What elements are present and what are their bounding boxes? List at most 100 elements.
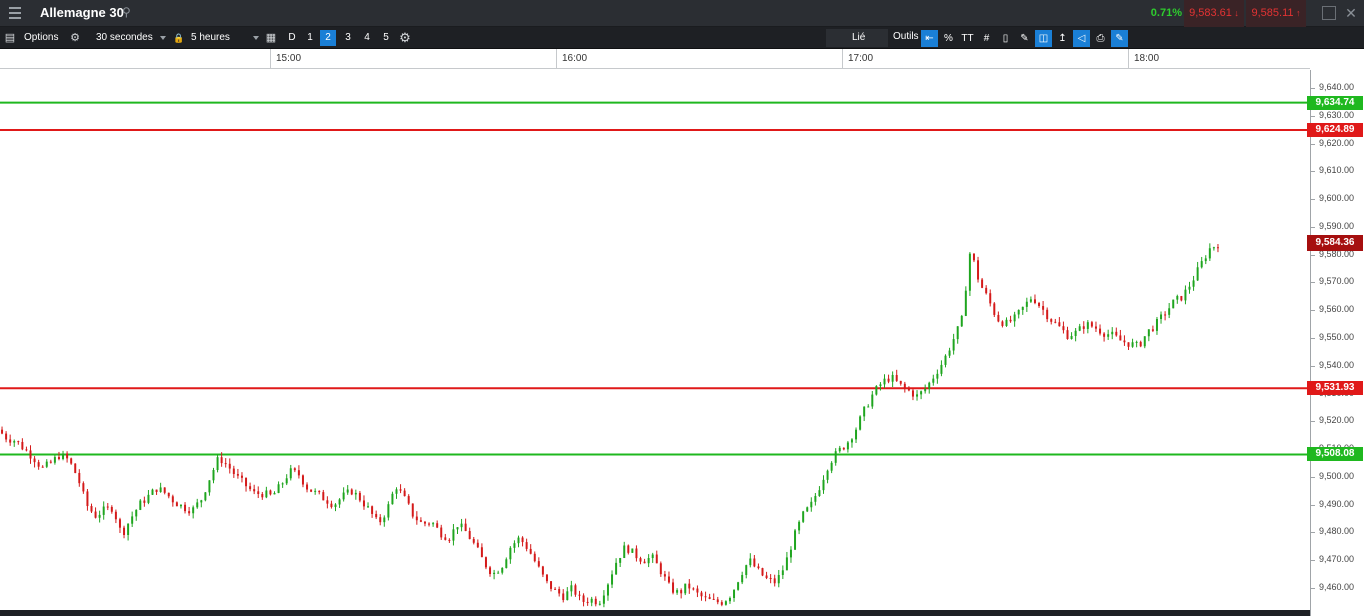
layout-button-2[interactable]: 2 <box>320 30 336 46</box>
candle-body <box>533 553 536 562</box>
range-select[interactable]: 5 heures <box>191 30 259 46</box>
layout-button-5[interactable]: 5 <box>378 30 394 46</box>
candle-body <box>765 575 768 579</box>
interval-select[interactable]: 30 secondes <box>96 30 166 46</box>
candle-body <box>635 548 638 559</box>
candle-body <box>733 589 736 598</box>
candle-body <box>110 506 113 512</box>
compare-icon[interactable]: ◫ <box>1035 30 1052 47</box>
candle-body <box>1200 261 1203 268</box>
time-label: 15:00 <box>276 53 302 64</box>
options-button[interactable]: Options <box>24 30 58 46</box>
candle-body <box>1160 314 1163 320</box>
candle-body <box>346 489 349 493</box>
candle-body <box>45 461 48 467</box>
percent-tool-button[interactable]: % <box>940 30 957 47</box>
price-tick <box>1311 226 1315 228</box>
candle-body <box>590 598 593 603</box>
price-chart[interactable] <box>0 70 1310 616</box>
candle-body <box>354 492 357 495</box>
lock-icon[interactable]: 🔒 <box>171 30 187 46</box>
candle-body <box>21 441 24 450</box>
level-label[interactable]: 9,624.89 <box>1307 122 1363 137</box>
sell-price-button[interactable]: 9,583.61 ↓ <box>1184 0 1244 27</box>
layout-button-4[interactable]: 4 <box>359 30 375 46</box>
candle-body <box>1151 329 1154 331</box>
candle-body <box>163 487 166 493</box>
candle-body <box>830 462 833 471</box>
candle-body <box>86 491 89 507</box>
daily-button[interactable]: D <box>284 30 300 46</box>
candle-body <box>1001 321 1004 326</box>
candle-body <box>928 382 931 389</box>
gear-icon[interactable]: ⚙ <box>67 30 83 46</box>
candle-body <box>932 378 935 383</box>
level-label[interactable]: 9,634.74 <box>1307 95 1363 110</box>
pencil-icon[interactable]: ✎ <box>1016 30 1033 47</box>
grid-icon[interactable]: # <box>978 30 995 47</box>
candle-body <box>1074 330 1077 337</box>
candle-body <box>338 499 341 505</box>
price-tick-label: 9,640.00 <box>1319 82 1355 92</box>
candle-body <box>1066 330 1069 339</box>
hamburger-icon[interactable] <box>4 3 26 23</box>
candle-body <box>981 279 984 288</box>
price-tick-label: 9,540.00 <box>1319 359 1355 370</box>
candle-body <box>891 374 894 382</box>
linked-toggle[interactable]: Lié <box>826 29 888 47</box>
candle-body <box>383 517 386 523</box>
candle-body <box>838 447 841 452</box>
candle-body <box>1147 329 1150 337</box>
candle-body <box>598 603 601 605</box>
drawing-settings-icon[interactable]: ✎ <box>1111 30 1128 47</box>
candle-body <box>175 502 178 507</box>
candle-body <box>964 290 967 316</box>
candle-body <box>367 506 370 508</box>
crosshair-tool-icon[interactable]: ⇤ <box>921 30 938 47</box>
level-label[interactable]: 9,531.93 <box>1307 381 1363 396</box>
close-icon[interactable]: ✕ <box>1344 6 1358 20</box>
price-tick <box>1311 199 1315 201</box>
candle-body <box>131 516 134 524</box>
price-tick-label: 9,610.00 <box>1319 165 1355 176</box>
layout-button-1[interactable]: 1 <box>302 30 318 46</box>
candle-body <box>602 595 605 604</box>
layout-button-3[interactable]: 3 <box>340 30 356 46</box>
settings-icon[interactable]: ⚙ <box>397 30 413 46</box>
tag-icon[interactable]: ◁ <box>1073 30 1090 47</box>
candle-body <box>1111 331 1114 335</box>
instrument-title: Allemagne 30 <box>40 5 124 20</box>
candle-body <box>1135 341 1138 343</box>
price-tick <box>1311 143 1315 145</box>
candle-body <box>403 490 406 497</box>
candle-body <box>1204 258 1207 262</box>
candle-body <box>468 531 471 540</box>
indicator-icon[interactable]: ↥ <box>1054 30 1071 47</box>
candle-body <box>749 558 752 566</box>
candlestick-icon[interactable]: ▯ <box>997 30 1014 47</box>
level-label[interactable]: 9,508.08 <box>1307 447 1363 462</box>
candle-body <box>615 562 618 575</box>
candle-body <box>1184 289 1187 301</box>
candle-body <box>1042 306 1045 310</box>
candle-body <box>1029 299 1032 302</box>
bottom-scroll-bar[interactable] <box>0 610 1310 616</box>
price-tick-label: 9,570.00 <box>1319 276 1355 287</box>
candle-body <box>415 516 418 521</box>
candle-body <box>123 527 126 535</box>
candle-body <box>777 575 780 584</box>
restore-window-icon[interactable] <box>1322 6 1336 20</box>
candle-body <box>456 527 459 530</box>
list-icon[interactable]: ▤ <box>2 30 18 46</box>
text-tool-button[interactable]: TT <box>959 30 976 47</box>
candle-body <box>9 439 12 443</box>
candle-body <box>781 570 784 576</box>
print-icon[interactable]: ⎙ <box>1092 30 1109 47</box>
candle-body <box>460 523 463 528</box>
candle-body <box>102 506 105 515</box>
search-icon[interactable]: ⚲ <box>122 5 131 19</box>
buy-price-button[interactable]: 9,585.11 ↑ <box>1246 0 1306 27</box>
price-tick <box>1311 338 1315 339</box>
calendar-icon[interactable]: ▦ <box>263 30 279 46</box>
candle-body <box>1086 322 1089 329</box>
